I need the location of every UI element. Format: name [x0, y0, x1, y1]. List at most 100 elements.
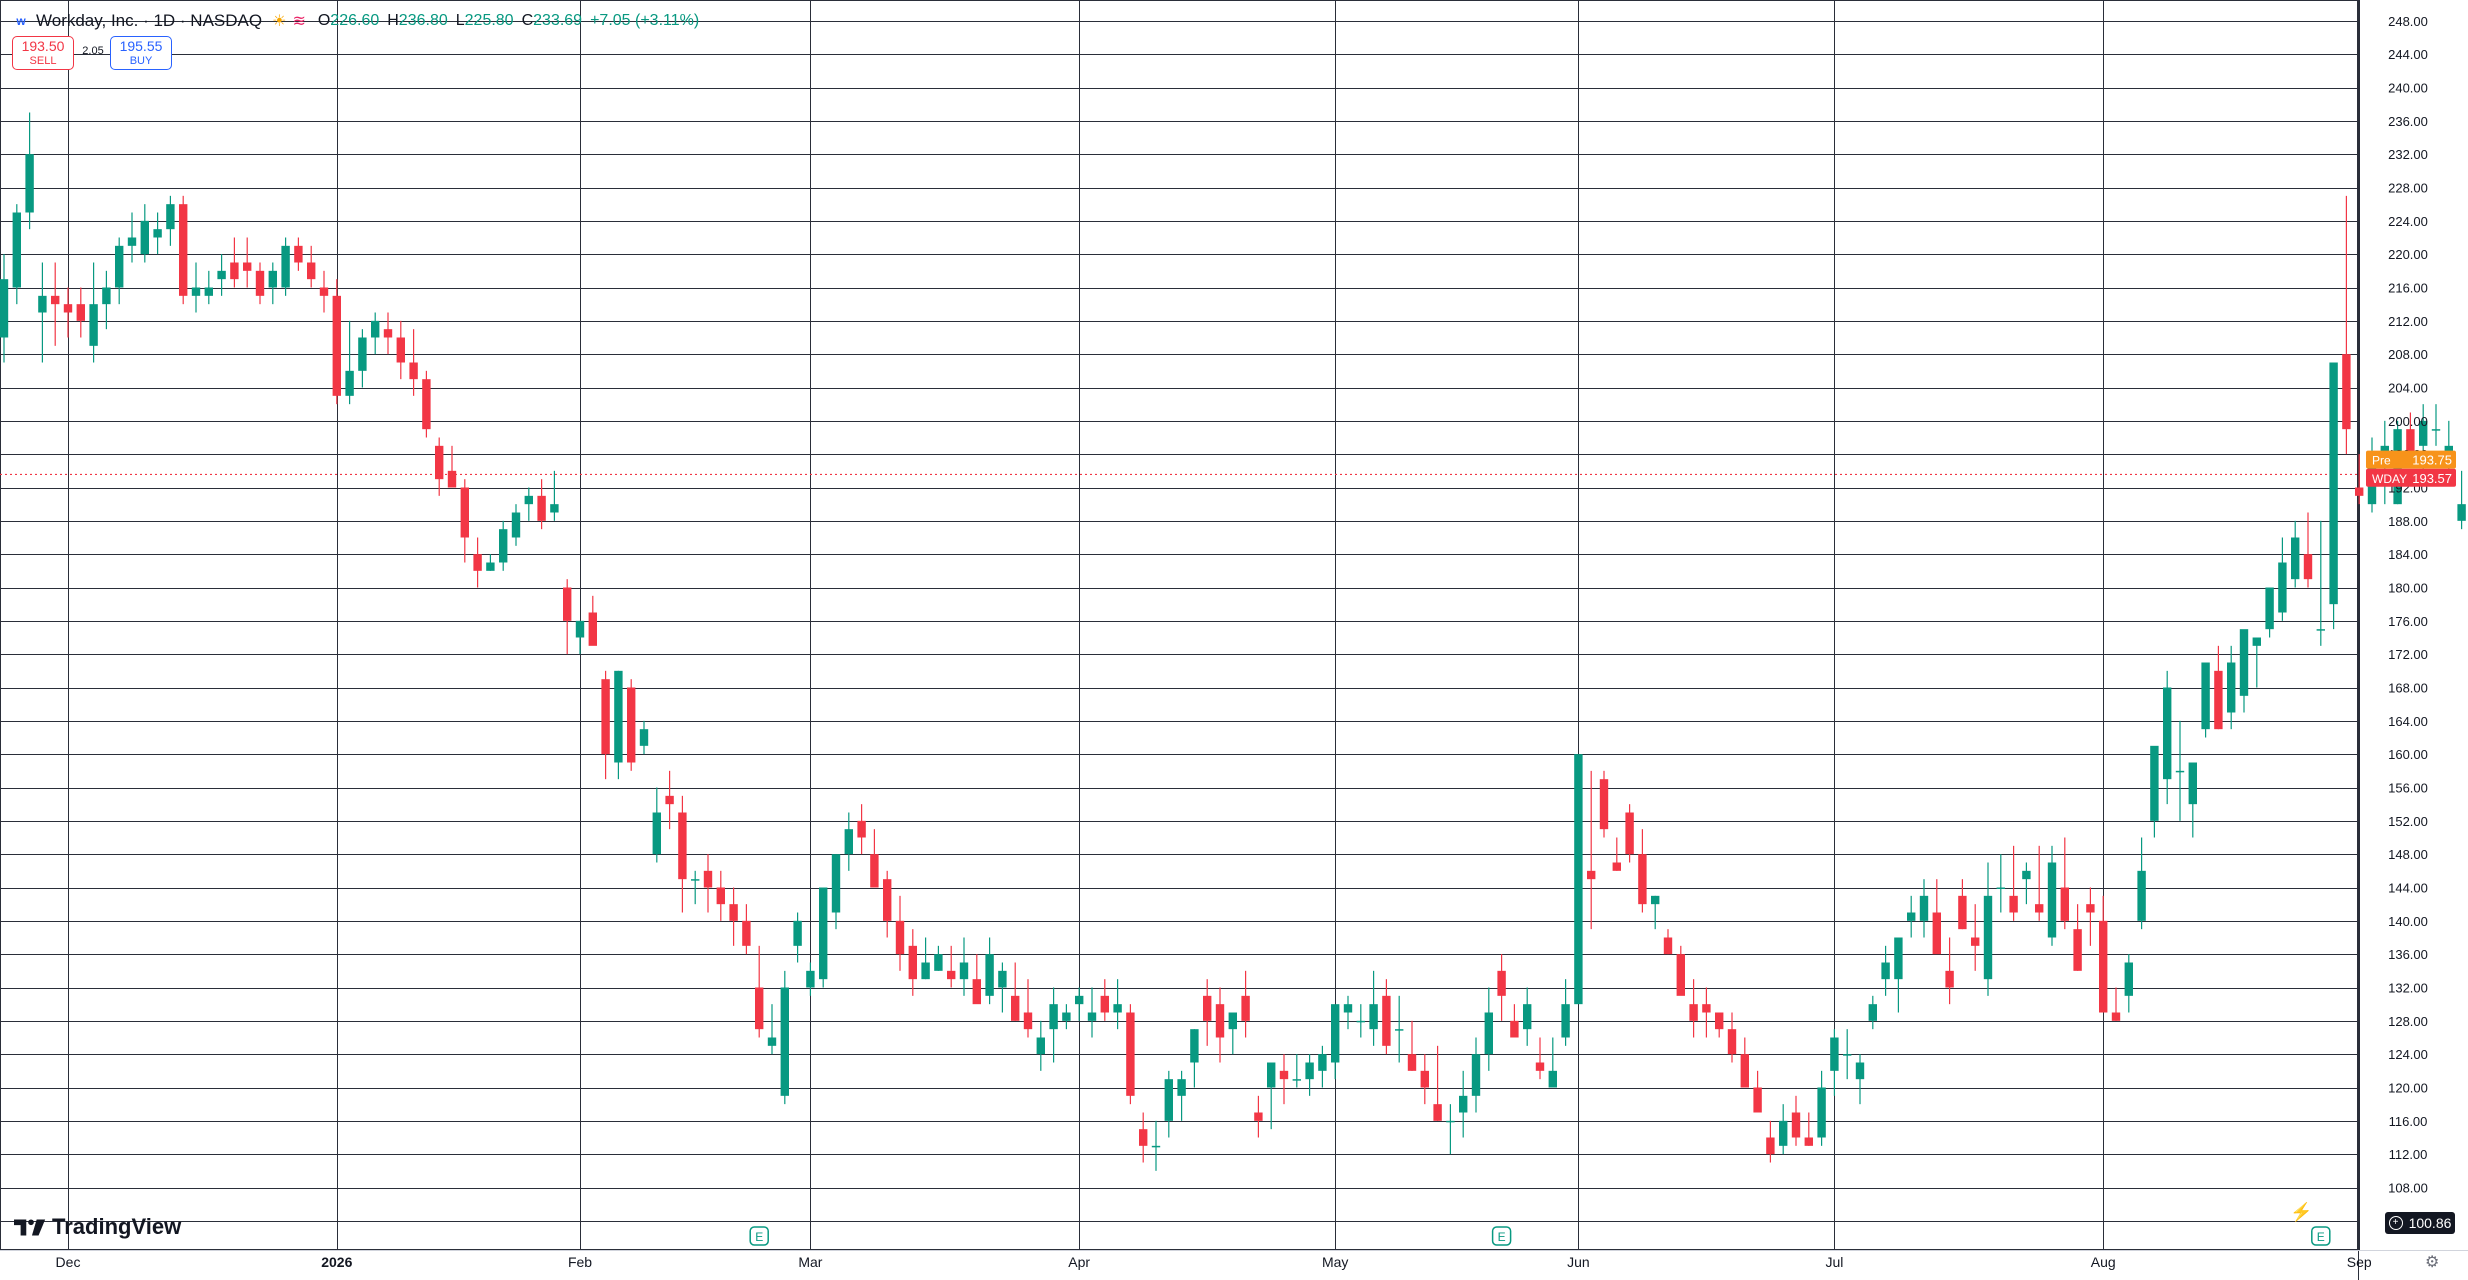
candle — [691, 870, 700, 905]
candle — [1638, 829, 1647, 913]
candle-body — [166, 204, 175, 230]
candle — [1497, 954, 1506, 1021]
candle-body — [1881, 962, 1890, 980]
candle — [1190, 1029, 1199, 1088]
price-tick-label: 244.00 — [2388, 47, 2428, 62]
candle-body — [767, 1037, 777, 1046]
tradingview-logo[interactable]: TradingView — [14, 1214, 181, 1240]
settings-icon[interactable]: ⚙ — [2425, 1252, 2439, 1272]
candle-body — [2035, 904, 2044, 913]
candle — [63, 287, 73, 338]
symbol-header[interactable]: w Workday, Inc. · 1D · NASDAQ ☀ ≋ O226.6… — [14, 8, 699, 34]
candle — [0, 254, 9, 363]
candle — [2086, 887, 2095, 946]
candle — [550, 470, 559, 521]
candle — [1395, 995, 1404, 1063]
candle — [473, 537, 482, 588]
candle-body — [191, 287, 201, 296]
candle-body — [895, 920, 905, 955]
candle-body — [1023, 1012, 1033, 1030]
candle-body — [1407, 1054, 1417, 1071]
candle-body — [2291, 537, 2300, 580]
candle — [627, 679, 636, 771]
price-tick-label: 224.00 — [2388, 214, 2428, 229]
time-axis[interactable]: Dec 2026 Feb Mar Apr May Jun Jul Aug Sep — [56, 1254, 2372, 1270]
candle — [2214, 645, 2223, 730]
candle-body — [358, 337, 367, 371]
candle — [1177, 1070, 1186, 1121]
candle-body — [230, 262, 239, 280]
pre-market-badge: Pre 193.75 — [2366, 450, 2456, 469]
tradingview-name: TradingView — [52, 1214, 182, 1239]
candle — [1100, 979, 1109, 1021]
candle-body — [1292, 1079, 1301, 1081]
candle — [1420, 1054, 1429, 1105]
candle — [2124, 954, 2133, 1013]
candle-body — [921, 962, 930, 980]
candle — [1817, 1070, 1826, 1146]
sell-label: SELL — [29, 55, 57, 67]
candle-body — [422, 379, 431, 430]
candle — [1523, 987, 1532, 1046]
price-tick-label: 200.00 — [2388, 414, 2428, 429]
candle — [1292, 1054, 1301, 1088]
candle-body — [1139, 1129, 1148, 1146]
candle — [2227, 645, 2236, 730]
price-axis[interactable]: 104.00108.00112.00116.00120.00124.00128.… — [2388, 14, 2428, 1229]
candle-body — [217, 270, 226, 280]
sell-button[interactable]: 193.50 SELL — [12, 36, 74, 70]
price-tick-label: 116.00 — [2389, 1114, 2428, 1129]
candle-body — [550, 504, 559, 513]
candle — [319, 270, 329, 313]
symbol-title[interactable]: Workday, Inc. · 1D · NASDAQ — [36, 11, 262, 31]
candle — [1241, 970, 1250, 1038]
candlestick-chart[interactable]: 104.00108.00112.00116.00120.00124.00128.… — [0, 0, 2468, 1280]
candle-body — [1804, 1137, 1813, 1146]
price-tick-label: 132.00 — [2388, 981, 2428, 996]
flash-icon[interactable]: ⚡ — [2290, 1202, 2312, 1223]
candle — [179, 195, 188, 305]
candle-body — [1267, 1062, 1276, 1088]
candle-body — [908, 945, 917, 980]
candle — [1983, 862, 1993, 996]
candle — [2060, 837, 2069, 930]
candle-body — [1587, 870, 1596, 880]
last-price-badge-value: 193.57 — [2412, 471, 2452, 486]
price-tick-label: 188.00 — [2388, 514, 2428, 529]
candle — [1548, 1037, 1557, 1088]
candle — [1996, 854, 2005, 913]
price-tick-label: 164.00 — [2388, 714, 2428, 729]
candle-body — [793, 920, 802, 946]
candle-body — [1228, 1012, 1237, 1030]
buy-price: 195.55 — [119, 38, 163, 54]
candle-body — [511, 512, 521, 538]
candle-body — [691, 879, 700, 881]
candle — [1971, 904, 1980, 971]
candle-body — [1420, 1070, 1429, 1088]
candle-body — [1983, 895, 1993, 980]
candle-body — [268, 270, 277, 288]
candle-body — [243, 262, 252, 271]
buy-button[interactable]: 195.55 BUY — [110, 36, 172, 70]
candle — [191, 262, 201, 313]
candle — [2265, 587, 2274, 638]
candle-body — [1446, 1120, 1455, 1123]
candle — [12, 204, 21, 305]
candle-body — [255, 270, 265, 296]
candle — [1459, 1070, 1468, 1138]
candle — [1331, 1004, 1340, 1080]
candle-body — [12, 212, 21, 288]
candle-body — [204, 287, 213, 296]
candle — [166, 195, 175, 246]
candle-body — [435, 445, 444, 480]
candle-body — [2265, 587, 2274, 630]
candle — [947, 945, 956, 988]
candle-body — [2355, 487, 2364, 496]
candle — [1843, 1029, 1852, 1080]
candle — [908, 929, 917, 996]
time-tick-label: Feb — [568, 1254, 592, 1270]
candle — [563, 579, 572, 655]
candle-body — [38, 295, 47, 313]
candle-body — [588, 612, 597, 646]
candle-body — [819, 887, 828, 980]
